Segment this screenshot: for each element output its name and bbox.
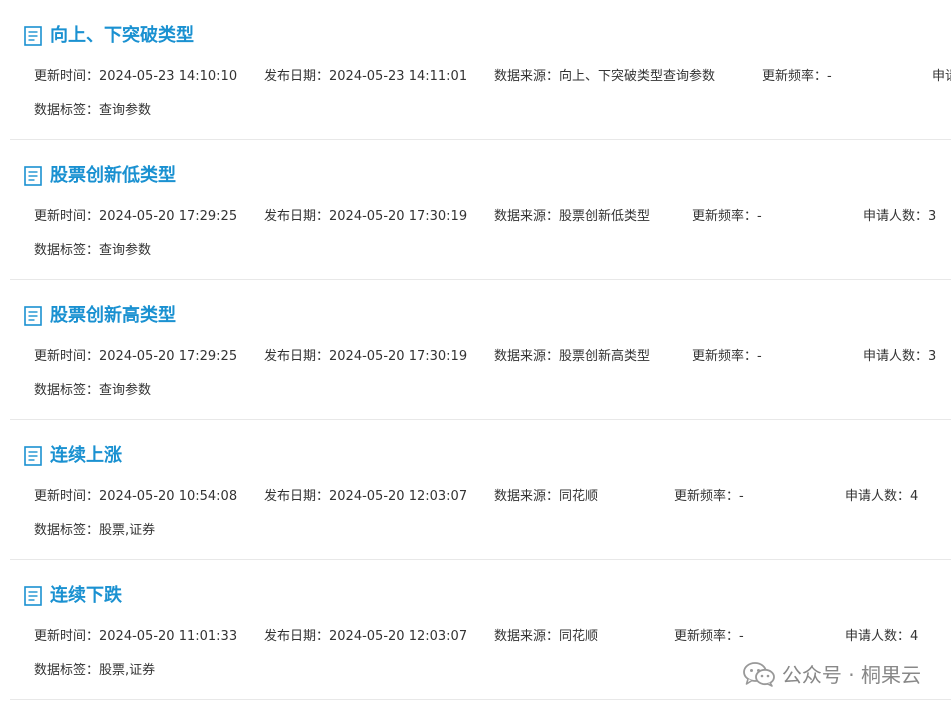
data-tags: 数据标签：股票,证券 [34, 523, 156, 538]
data-tags: 数据标签：查询参数 [34, 103, 152, 118]
item-title-row[interactable]: 向上、下突破类型 [24, 24, 194, 48]
data-tags: 数据标签：查询参数 [34, 243, 152, 258]
apply-count: 申请人数：4 [845, 629, 919, 644]
publish-date: 发布日期：2024-05-20 12:03:07 [264, 629, 468, 644]
apply-count: 申请人数：4 [845, 489, 919, 504]
update-frequency: 更新频率：- [692, 209, 762, 224]
item-title[interactable]: 向上、下突破类型 [50, 24, 194, 48]
item-title[interactable]: 连续下跌 [50, 584, 122, 608]
publish-date: 发布日期：2024-05-20 12:03:07 [264, 489, 468, 504]
item-title-row[interactable]: 连续上涨 [24, 444, 122, 468]
list-item: 股票创新低类型 更新时间：2024-05-20 17:29:25 发布日期：20… [10, 140, 951, 280]
dataset-list: 向上、下突破类型 更新时间：2024-05-23 14:10:10 发布日期：2… [10, 0, 951, 700]
document-icon [24, 586, 42, 606]
item-title[interactable]: 股票创新低类型 [50, 164, 176, 188]
item-title[interactable]: 连续上涨 [50, 444, 122, 468]
list-item: 连续上涨 更新时间：2024-05-20 10:54:08 发布日期：2024-… [10, 420, 951, 560]
update-time: 更新时间：2024-05-20 17:29:25 [34, 209, 238, 224]
document-icon [24, 26, 42, 46]
item-title-row[interactable]: 连续下跌 [24, 584, 122, 608]
data-source: 数据来源：股票创新低类型 [494, 209, 651, 224]
list-item: 向上、下突破类型 更新时间：2024-05-23 14:10:10 发布日期：2… [10, 0, 951, 140]
data-source: 数据来源：同花顺 [494, 629, 599, 644]
update-frequency: 更新频率：- [692, 349, 762, 364]
item-title-row[interactable]: 股票创新高类型 [24, 304, 176, 328]
update-frequency: 更新频率：- [674, 489, 744, 504]
document-icon [24, 166, 42, 186]
data-source: 数据来源：同花顺 [494, 489, 599, 504]
update-time: 更新时间：2024-05-20 17:29:25 [34, 349, 238, 364]
wechat-icon [743, 661, 775, 687]
update-time: 更新时间：2024-05-20 10:54:08 [34, 489, 238, 504]
item-title[interactable]: 股票创新高类型 [50, 304, 176, 328]
document-icon [24, 306, 42, 326]
list-item: 股票创新高类型 更新时间：2024-05-20 17:29:25 发布日期：20… [10, 280, 951, 420]
apply-count: 申请人数：3 [863, 209, 937, 224]
apply-count: 申请人数：3 [863, 349, 937, 364]
publish-date: 发布日期：2024-05-23 14:11:01 [264, 69, 468, 84]
data-tags: 数据标签：查询参数 [34, 383, 152, 398]
data-tags: 数据标签：股票,证券 [34, 663, 156, 678]
item-title-row[interactable]: 股票创新低类型 [24, 164, 176, 188]
update-time: 更新时间：2024-05-23 14:10:10 [34, 69, 238, 84]
publish-date: 发布日期：2024-05-20 17:30:19 [264, 209, 468, 224]
watermark: 公众号 · 桐果云 [742, 659, 921, 688]
update-time: 更新时间：2024-05-20 11:01:33 [34, 629, 238, 644]
update-frequency: 更新频率：- [674, 629, 744, 644]
data-source: 数据来源：向上、下突破类型查询参数 [494, 69, 716, 84]
publish-date: 发布日期：2024-05-20 17:30:19 [264, 349, 468, 364]
update-frequency: 更新频率：- [762, 69, 832, 84]
watermark-text: 公众号 · 桐果云 [781, 663, 921, 687]
data-source: 数据来源：股票创新高类型 [494, 349, 651, 364]
document-icon [24, 446, 42, 466]
apply-count: 申请 [932, 69, 951, 84]
